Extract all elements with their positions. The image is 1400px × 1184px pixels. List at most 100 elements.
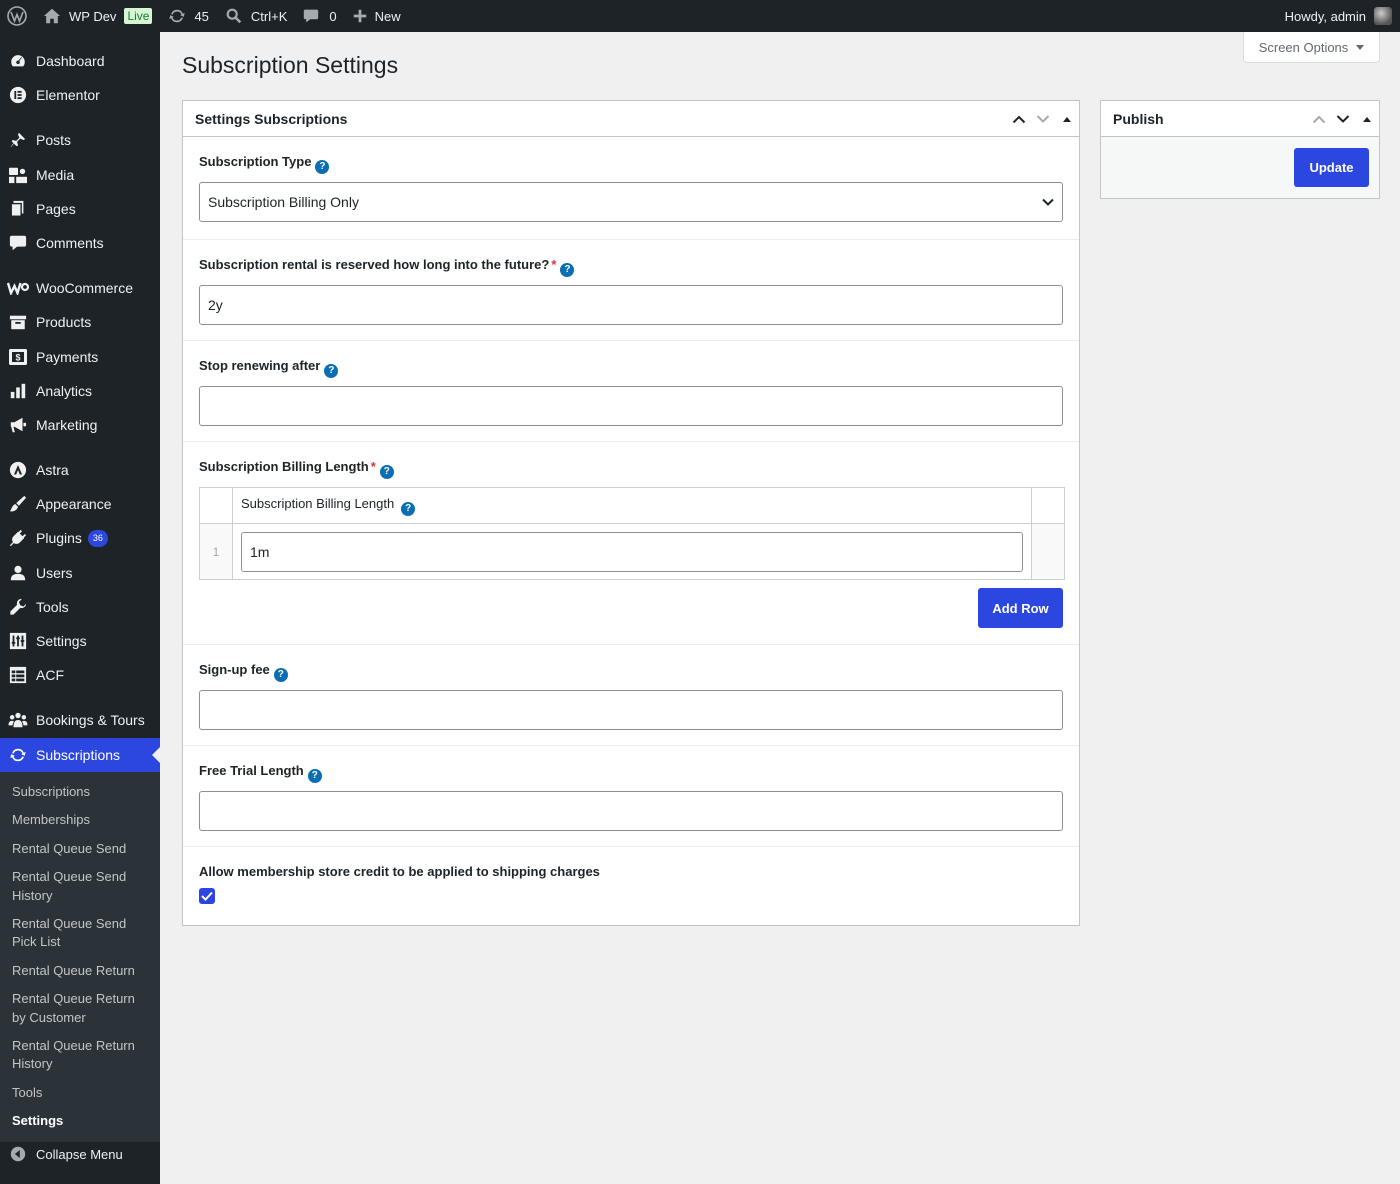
admin-bar: WP Dev Live 45 Ctrl+K 0 New Howdy, admin: [0, 0, 1400, 32]
updates-link[interactable]: 45: [160, 0, 216, 32]
plus-icon: [353, 9, 367, 23]
wordpress-logo-icon[interactable]: [0, 0, 35, 32]
sidebar-item-settings[interactable]: Settings: [0, 624, 160, 658]
sidebar-item-acf[interactable]: ACF: [0, 658, 160, 692]
plug-icon: [0, 529, 36, 547]
avatar: [1374, 7, 1392, 25]
settings-postbox: Settings Subscriptions Subscription Type…: [182, 100, 1080, 926]
sidebar-item-products[interactable]: Products: [0, 305, 160, 339]
sidebar-item-bookings-tours[interactable]: Bookings & Tours: [0, 703, 160, 737]
help-icon[interactable]: ?: [379, 465, 394, 479]
submenu-item[interactable]: Subscriptions: [0, 778, 160, 806]
row-number[interactable]: 1: [199, 523, 233, 580]
row-actions[interactable]: [1031, 523, 1065, 580]
sidebar-item-dashboard[interactable]: Dashboard: [0, 44, 160, 78]
collapse-menu-button[interactable]: Collapse Menu: [0, 1136, 160, 1172]
free-trial-input[interactable]: [199, 791, 1063, 831]
subscription-type-label: Subscription Type?: [199, 153, 1063, 174]
add-row-button[interactable]: Add Row: [978, 588, 1063, 628]
submenu-item[interactable]: Tools: [0, 1079, 160, 1107]
submenu-item[interactable]: Rental Queue Send History: [0, 863, 160, 910]
update-button[interactable]: Update: [1294, 148, 1369, 187]
field-store-credit: Allow membership store credit to be appl…: [183, 846, 1079, 926]
reserved-future-input[interactable]: 2y: [199, 285, 1063, 325]
sidebar-item-posts[interactable]: Posts: [0, 123, 160, 157]
submenu-item[interactable]: Rental Queue Send Pick List: [0, 910, 160, 957]
billing-length-input[interactable]: 1m: [241, 531, 1023, 572]
postbox-title: Publish: [1113, 110, 1164, 127]
sidebar-item-label: Elementor: [36, 87, 100, 103]
stop-renewing-input[interactable]: [199, 386, 1063, 426]
comment-icon: [0, 234, 36, 252]
submenu-item[interactable]: Rental Queue Return History: [0, 1032, 160, 1079]
help-icon[interactable]: ?: [560, 263, 575, 277]
column-header: Subscription Billing Length?: [232, 487, 1032, 524]
sidebar-item-comments[interactable]: Comments: [0, 226, 160, 260]
submenu-item[interactable]: Rental Queue Return by Customer: [0, 985, 160, 1032]
sidebar-item-elementor[interactable]: Elementor: [0, 78, 160, 112]
sidebar-item-woocommerce[interactable]: WooCommerce: [0, 271, 160, 305]
site-name-link[interactable]: WP Dev Live: [35, 0, 160, 32]
move-down-button[interactable]: [1331, 101, 1355, 137]
sidebar-item-label: Posts: [36, 132, 72, 148]
sidebar-item-appearance[interactable]: Appearance: [0, 487, 160, 521]
sidebar-item-analytics[interactable]: Analytics: [0, 374, 160, 408]
submenu-item[interactable]: Memberships: [0, 806, 160, 834]
subscription-type-select[interactable]: Subscription Billing Only: [199, 182, 1063, 222]
groups-icon: [0, 711, 36, 729]
screen-options-label: Screen Options: [1258, 39, 1349, 55]
bar-chart-icon: [0, 382, 36, 400]
screen-options-button[interactable]: Screen Options: [1243, 32, 1380, 63]
sidebar-item-pages[interactable]: Pages: [0, 192, 160, 226]
sidebar-item-label: Users: [36, 565, 73, 581]
sidebar-item-label: Media: [36, 167, 75, 183]
billing-length-label: Subscription Billing Length *?: [199, 458, 1063, 479]
help-icon[interactable]: ?: [273, 668, 288, 682]
submenu-item[interactable]: Rental Queue Return: [0, 957, 160, 985]
submenu-item[interactable]: Rental Queue Send: [0, 835, 160, 863]
megaphone-icon: [0, 416, 36, 434]
sidebar-item-payments[interactable]: $ Payments: [0, 340, 160, 374]
update-icon: [0, 746, 36, 764]
postbox-header: Settings Subscriptions: [183, 101, 1079, 137]
help-icon[interactable]: ?: [307, 769, 322, 783]
toggle-panel-button[interactable]: [1055, 101, 1079, 137]
toggle-panel-button[interactable]: [1355, 101, 1379, 137]
sidebar-item-media[interactable]: Media: [0, 158, 160, 192]
move-up-button[interactable]: [1007, 101, 1031, 137]
sidebar-item-users[interactable]: Users: [0, 556, 160, 590]
publish-postbox: Publish Update: [1100, 100, 1380, 199]
move-down-button[interactable]: [1031, 101, 1055, 137]
archive-icon: [0, 313, 36, 331]
field-signup-fee: Sign-up fee?: [183, 644, 1079, 745]
help-icon[interactable]: ?: [324, 364, 339, 378]
search-link[interactable]: Ctrl+K: [217, 0, 295, 32]
table-row: 1 1m: [199, 523, 1065, 580]
sidebar-item-marketing[interactable]: Marketing: [0, 408, 160, 442]
sidebar-item-label: WooCommerce: [36, 280, 133, 296]
subscription-type-value: Subscription Billing Only: [208, 194, 359, 210]
move-up-button[interactable]: [1307, 101, 1331, 137]
field-stop-renewing: Stop renewing after?: [183, 340, 1079, 441]
sidebar-item-subscriptions[interactable]: Subscriptions: [0, 738, 160, 772]
new-content-link[interactable]: New: [345, 0, 409, 32]
sidebar-item-label: Comments: [36, 235, 104, 251]
help-icon[interactable]: ?: [401, 501, 416, 516]
my-account[interactable]: Howdy, admin: [1285, 7, 1400, 25]
field-subscription-type: Subscription Type? Subscription Billing …: [183, 137, 1079, 239]
sidebar-item-label: Analytics: [36, 383, 93, 399]
row-actions-header: [1031, 487, 1065, 524]
help-icon[interactable]: ?: [315, 160, 330, 174]
sidebar-item-plugins[interactable]: Plugins 36: [0, 521, 160, 555]
submenu-item[interactable]: Settings: [0, 1107, 160, 1135]
comments-link[interactable]: 0: [295, 0, 344, 32]
signup-fee-input[interactable]: [199, 690, 1063, 730]
site-name: WP Dev: [69, 8, 117, 24]
sidebar-item-tools[interactable]: Tools: [0, 590, 160, 624]
updates-count: 45: [194, 8, 209, 24]
sidebar-item-astra[interactable]: Astra: [0, 453, 160, 487]
payments-icon: $: [0, 348, 36, 366]
postbox-controls: [1007, 101, 1079, 137]
field-reserved-future: Subscription rental is reserved how long…: [183, 239, 1079, 340]
store-credit-checkbox[interactable]: [199, 888, 215, 904]
